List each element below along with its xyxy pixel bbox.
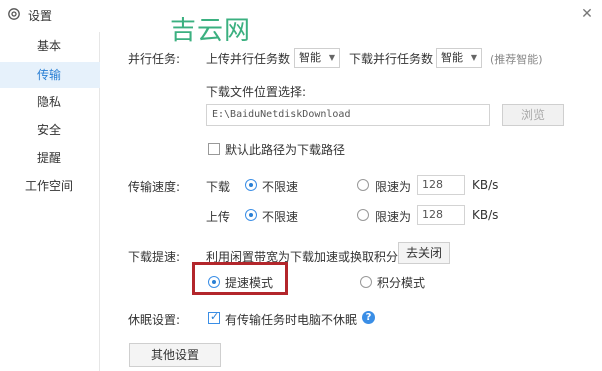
- boost-fast-label: 提速模式: [225, 276, 274, 290]
- title-bar: 设置 ✕: [0, 0, 602, 30]
- upload-limit-label: 限速为: [375, 210, 412, 224]
- parallel-tasks-label: 并行任务:: [128, 52, 181, 66]
- sidebar-item-security[interactable]: 安全: [0, 117, 100, 143]
- window-title: 设置: [28, 9, 53, 23]
- upload-parallel-value: 智能: [299, 51, 321, 64]
- other-settings-button[interactable]: 其他设置: [129, 343, 221, 367]
- transfer-speed-label: 传输速度:: [128, 180, 181, 194]
- watermark-logo: 吉云网: [170, 16, 252, 46]
- sleep-settings-label: 休眠设置:: [128, 313, 181, 327]
- sidebar-item-workspace[interactable]: 工作空间: [0, 173, 100, 199]
- download-parallel-select[interactable]: 智能 ▼: [436, 48, 482, 68]
- download-parallel-value: 智能: [441, 51, 463, 64]
- download-unit-label: KB/s: [472, 178, 499, 192]
- chevron-down-icon: ▼: [470, 53, 477, 62]
- upload-unit-label: KB/s: [472, 208, 499, 222]
- upload-unlimited-label: 不限速: [262, 210, 299, 224]
- settings-window: 设置 ✕ 吉云网 基本 传输 隐私 安全 提醒 工作空间 并行任务: 上传并行任…: [0, 0, 602, 371]
- upload-limit-radio[interactable]: [357, 209, 369, 221]
- chevron-down-icon: ▼: [328, 53, 335, 62]
- sidebar-item-label: 隐私: [37, 95, 62, 109]
- sidebar-item-privacy[interactable]: 隐私: [0, 89, 100, 115]
- sidebar-item-label: 传输: [37, 68, 62, 82]
- download-limit-radio[interactable]: [357, 179, 369, 191]
- no-sleep-checkbox[interactable]: [208, 310, 220, 324]
- boost-toggle-button[interactable]: 去关闭: [398, 242, 450, 264]
- download-path-input[interactable]: E:\BaiduNetdiskDownload: [206, 104, 490, 126]
- boost-points-label: 积分模式: [377, 276, 426, 290]
- upload-limit-input[interactable]: 128: [417, 205, 465, 225]
- upload-speed-label: 上传: [206, 210, 231, 224]
- sidebar-item-transfer[interactable]: 传输: [0, 62, 100, 88]
- parallel-hint: (推荐智能): [490, 53, 543, 66]
- sidebar-item-label: 提醒: [37, 151, 62, 165]
- no-sleep-label: 有传输任务时电脑不休眠: [225, 313, 358, 327]
- boost-fast-radio[interactable]: [208, 276, 220, 288]
- download-boost-label: 下载提速:: [128, 250, 181, 264]
- download-unlimited-radio[interactable]: [245, 179, 257, 191]
- download-unlimited-label: 不限速: [262, 180, 299, 194]
- upload-unlimited-radio[interactable]: [245, 209, 257, 221]
- sidebar-item-label: 基本: [37, 39, 62, 53]
- sidebar-item-label: 工作空间: [25, 179, 74, 193]
- default-path-label: 默认此路径为下载路径: [225, 143, 346, 157]
- upload-parallel-select[interactable]: 智能 ▼: [294, 48, 340, 68]
- download-location-label: 下载文件位置选择:: [206, 85, 307, 99]
- sidebar-item-reminder[interactable]: 提醒: [0, 145, 100, 171]
- default-path-checkbox[interactable]: [208, 143, 220, 155]
- sidebar-item-label: 安全: [37, 123, 62, 137]
- close-icon[interactable]: ✕: [578, 5, 596, 23]
- help-icon[interactable]: ?: [362, 311, 375, 324]
- sidebar: 基本 传输 隐私 安全 提醒 工作空间: [0, 32, 100, 371]
- boost-points-radio[interactable]: [360, 276, 372, 288]
- sidebar-item-basic[interactable]: 基本: [0, 33, 100, 59]
- upload-parallel-label: 上传并行任务数: [206, 52, 291, 66]
- download-limit-label: 限速为: [375, 180, 412, 194]
- browse-button[interactable]: 浏览: [502, 104, 564, 126]
- download-speed-label: 下载: [206, 180, 231, 194]
- gear-icon: [8, 8, 20, 20]
- download-parallel-label: 下载并行任务数: [349, 52, 434, 66]
- download-limit-input[interactable]: 128: [417, 175, 465, 195]
